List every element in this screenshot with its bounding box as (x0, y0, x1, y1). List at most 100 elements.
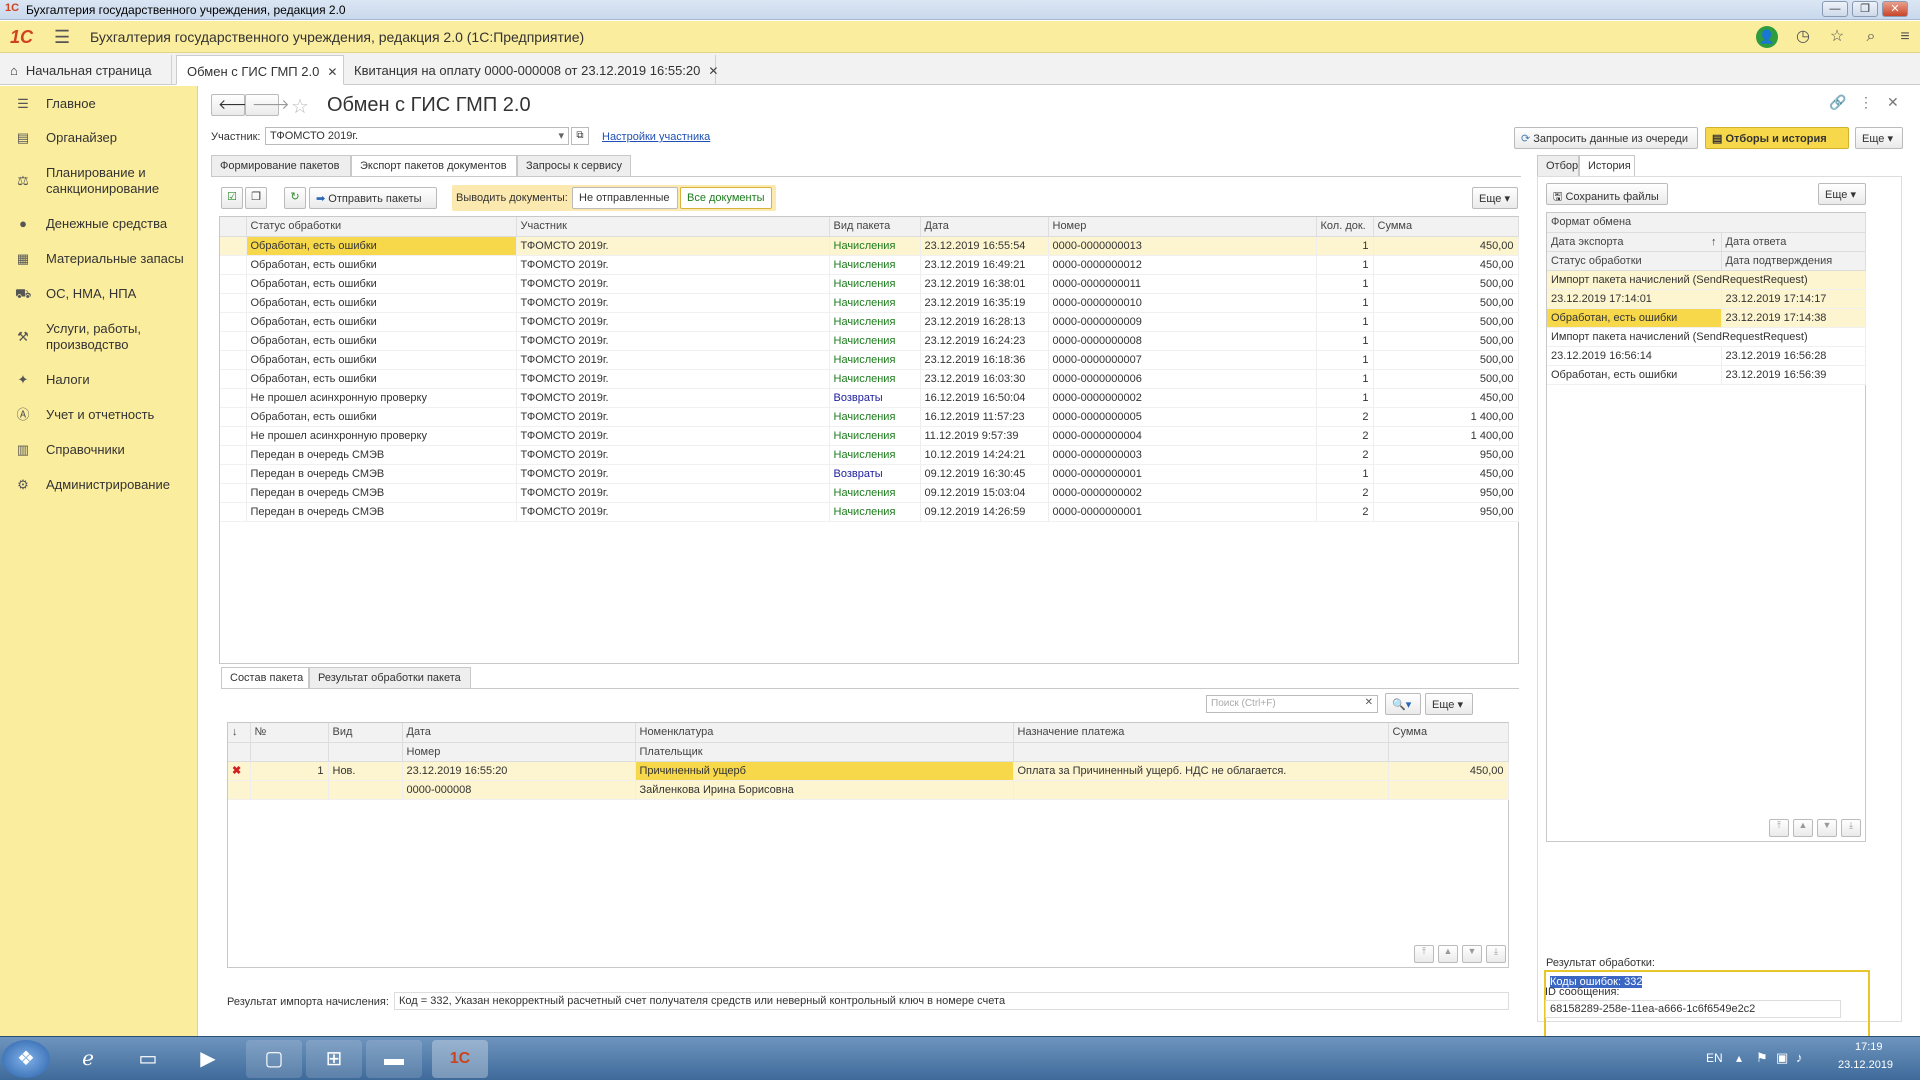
history-row[interactable]: Импорт пакета начислений (SendRequestReq… (1547, 270, 1866, 290)
main-menu-icon[interactable]: ☰ (54, 27, 70, 48)
import-result-field[interactable]: Код = 332, Указан некорректный расчетный… (394, 992, 1509, 1010)
col-payer[interactable]: Плательщик (635, 742, 1014, 762)
1c-app-icon[interactable]: 1С (432, 1040, 488, 1078)
col-sum[interactable]: Сумма (1373, 217, 1519, 237)
table-row[interactable]: Обработан, есть ошибки ТФОМСТО 2019г. Начи… (220, 369, 1519, 389)
more-button[interactable]: Еще ▾ (1818, 183, 1866, 205)
tab-gis-gmp[interactable]: Обмен с ГИС ГМП 2.0 ✕ (176, 55, 344, 85)
sidebar-item-references[interactable]: ▥ Справочники (0, 442, 198, 458)
back-button[interactable]: 🡐 (211, 94, 256, 116)
move-last-icon[interactable]: ⤓ (1841, 819, 1861, 837)
table-row[interactable]: Обработан, есть ошибки ТФОМСТО 2019г. Начи… (220, 293, 1519, 313)
table-row[interactable]: Обработан, есть ошибки ТФОМСТО 2019г. Начи… (220, 312, 1519, 332)
flag-icon[interactable]: ⚑ (1756, 1050, 1768, 1066)
sidebar-item-accounting[interactable]: Ⓐ Учет и отчетность (0, 407, 198, 423)
sidebar-item-planning[interactable]: ⚖ Планирование и санкционирование (0, 165, 190, 197)
col-sum[interactable]: Сумма (1388, 723, 1509, 743)
table-row[interactable]: Обработан, есть ошибки ТФОМСТО 2019г. Начи… (220, 274, 1519, 294)
history-row[interactable]: 23.12.2019 17:14:01 23.12.2019 17:14:17 (1547, 289, 1866, 309)
table-row[interactable]: Передан в очередь СМЭВ ТФОМСТО 2019г. Начи… (220, 502, 1519, 522)
tab-package-content[interactable]: Состав пакета (221, 667, 309, 689)
tab-package-result[interactable]: Результат обработки пакета (309, 667, 471, 689)
tray-arrow-icon[interactable]: ▴ (1736, 1051, 1742, 1065)
table-row[interactable]: Обработан, есть ошибки ТФОМСТО 2019г. Начи… (220, 255, 1519, 275)
participant-field[interactable]: ТФОМСТО 2019г. ▾ (265, 127, 569, 145)
col-sort[interactable]: ↓ (228, 723, 251, 743)
ie-icon[interactable]: ℯ (60, 1040, 116, 1078)
uncheck-all-icon[interactable]: ❐ (245, 187, 267, 209)
table-row[interactable]: Обработан, есть ошибки ТФОМСТО 2019г. Начи… (220, 407, 1519, 427)
col-answer-date[interactable]: Дата ответа (1721, 232, 1866, 252)
sidebar-item-organizer[interactable]: ▤ Органайзер (0, 130, 198, 146)
send-packages-button[interactable]: ➡ Отправить пакеты (309, 187, 437, 209)
sidebar-item-services[interactable]: ⚒ Услуги, работы, производство (0, 321, 160, 353)
sidebar-item-main[interactable]: ☰ Главное (0, 96, 198, 112)
col-participant[interactable]: Участник (516, 217, 830, 237)
col-kind[interactable]: Вид пакета (829, 217, 921, 237)
col-kind[interactable]: Вид (328, 723, 403, 743)
col-nomenclature[interactable]: Номенклатура (635, 723, 1014, 743)
col-n[interactable]: № (250, 723, 329, 743)
table-row[interactable]: Обработан, есть ошибки ТФОМСТО 2019г. Начи… (220, 236, 1519, 256)
refresh-icon[interactable]: ↻ (284, 187, 306, 209)
favorite-star-icon[interactable]: ☆ (291, 94, 309, 119)
tab-form-packages[interactable]: Формирование пакетов (211, 155, 351, 177)
table-row[interactable]: Обработан, есть ошибки ТФОМСТО 2019г. Начи… (220, 331, 1519, 351)
network-icon[interactable]: ▣ (1776, 1050, 1788, 1066)
close-form-icon[interactable]: ✕ (1887, 94, 1899, 111)
favorites-icon[interactable]: ☆ (1826, 26, 1848, 48)
more-button[interactable]: Еще ▾ (1425, 693, 1473, 715)
col-date[interactable]: Дата (920, 217, 1049, 237)
filters-history-button[interactable]: ▤ Отборы и история (1705, 127, 1849, 149)
request-queue-button[interactable]: ⟳ Запросить данные из очереди (1514, 127, 1698, 149)
move-last-icon[interactable]: ⤓ (1486, 945, 1506, 963)
option-not-sent[interactable]: Не отправленные (572, 187, 678, 209)
check-all-icon[interactable]: ☑ (221, 187, 243, 209)
history-icon[interactable]: ◷ (1792, 26, 1814, 48)
table-row[interactable]: Обработан, есть ошибки ТФОМСТО 2019г. Начи… (220, 350, 1519, 370)
col-status[interactable]: Статус обработки (246, 217, 517, 237)
explorer-icon[interactable]: ▭ (120, 1040, 176, 1078)
move-up-icon[interactable]: ▲ (1438, 945, 1458, 963)
forward-button[interactable]: 🡒 (245, 94, 290, 116)
sidebar-item-taxes[interactable]: ✦ Налоги (0, 372, 198, 388)
console-icon[interactable]: ▬ (366, 1040, 422, 1078)
move-down-icon[interactable]: ▼ (1462, 945, 1482, 963)
table-row[interactable]: Передан в очередь СМЭВ ТФОМСТО 2019г. Начи… (220, 445, 1519, 465)
network-app-icon[interactable]: ⊞ (306, 1040, 362, 1078)
sidebar-item-money[interactable]: ● Денежные средства (0, 216, 198, 232)
user-icon[interactable]: 👤 (1756, 26, 1778, 48)
tab-export-packages[interactable]: Экспорт пакетов документов (351, 155, 517, 177)
more-button[interactable]: Еще ▾ (1472, 187, 1518, 209)
option-all-docs[interactable]: Все документы (680, 187, 772, 209)
settings-menu-icon[interactable]: ≡ (1894, 26, 1916, 48)
table-row[interactable]: Не прошел асинхронную проверку ТФОМСТО 20… (220, 426, 1519, 446)
sidebar-item-stock[interactable]: ▦ Материальные запасы (0, 251, 198, 267)
clear-search-icon[interactable]: ✕ (1365, 697, 1373, 708)
col-export-date[interactable]: Дата экспорта ↑ (1547, 232, 1722, 252)
save-files-button[interactable]: 🖫 Сохранить файлы (1546, 183, 1668, 205)
language-indicator[interactable]: EN (1706, 1051, 1723, 1065)
search-button[interactable]: 🔍▾ (1385, 693, 1421, 715)
col-status[interactable]: Статус обработки (1547, 251, 1722, 271)
col-date[interactable]: Дата (402, 723, 636, 743)
history-row[interactable]: Импорт пакета начислений (SendRequestReq… (1547, 327, 1866, 347)
move-first-icon[interactable]: ⤒ (1414, 945, 1434, 963)
participant-settings-link[interactable]: Настройки участника (602, 131, 710, 143)
maximize-button[interactable]: ❐ (1852, 1, 1878, 17)
app-window-icon[interactable]: ▢ (246, 1040, 302, 1078)
tab-receipt[interactable]: Квитанция на оплату 0000-000008 от 23.12… (344, 55, 718, 85)
sidebar-item-admin[interactable]: ⚙ Администрирование (0, 477, 198, 493)
dropdown-arrow-icon[interactable]: ▾ (558, 129, 564, 142)
history-row[interactable]: Обработан, есть ошибки 23.12.2019 17:14:3… (1547, 308, 1866, 328)
move-first-icon[interactable]: ⤒ (1769, 819, 1789, 837)
col-number[interactable]: Номер (1048, 217, 1317, 237)
open-participant-icon[interactable]: ⧉ (571, 127, 589, 145)
tab-history[interactable]: История (1579, 155, 1635, 177)
table-row[interactable]: ✖ 1 Нов. 23.12.2019 16:55:20 Причиненный… (228, 761, 1509, 781)
col-purpose[interactable]: Назначение платежа (1013, 723, 1389, 743)
clock-date[interactable]: 23.12.2019 (1838, 1059, 1893, 1071)
col-format[interactable]: Формат обмена (1547, 213, 1866, 233)
message-id-field[interactable]: 68158289-258e-11ea-a666-1c6f6549e2c2 (1545, 1000, 1841, 1018)
minimize-button[interactable]: — (1822, 1, 1848, 17)
